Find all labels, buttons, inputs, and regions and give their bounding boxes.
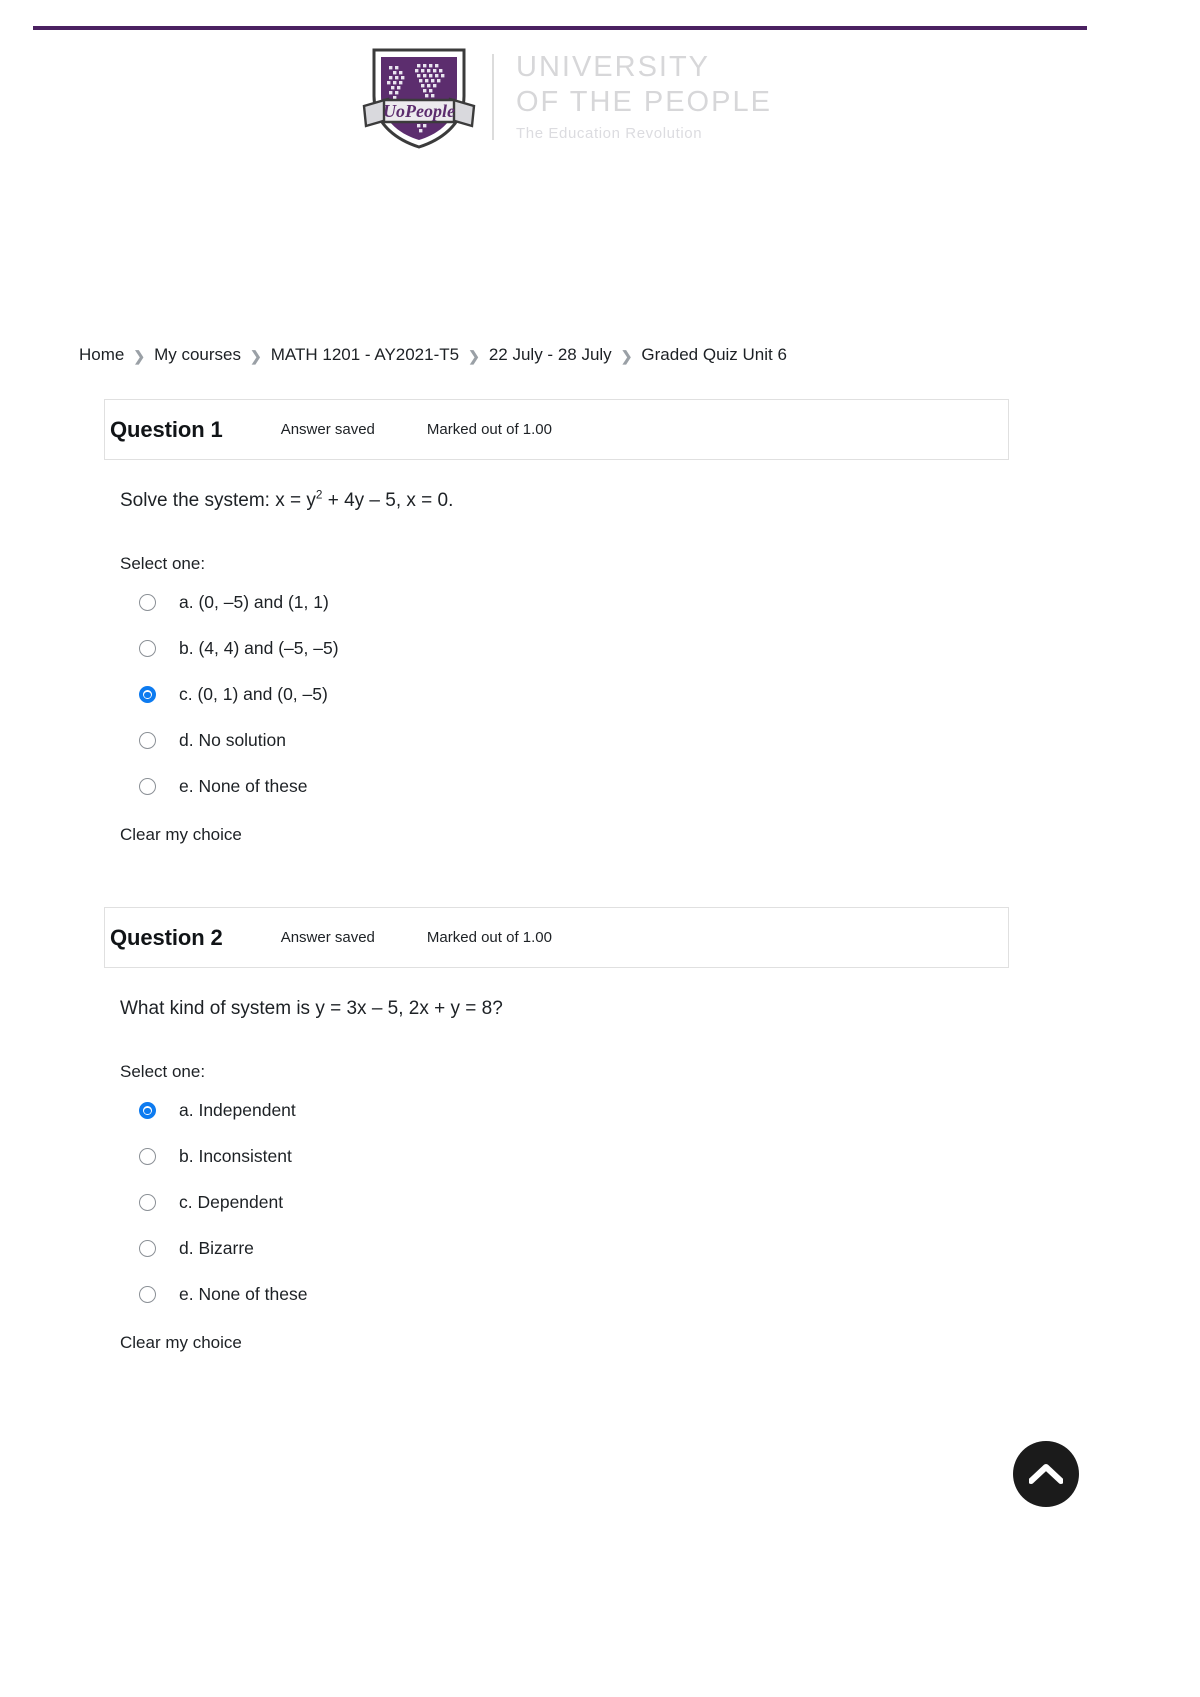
answer-label-c: c. (0, 1) and (0, –5)	[179, 684, 328, 705]
clear-my-choice-link[interactable]: Clear my choice	[120, 825, 242, 845]
answer-label-b: b. (4, 4) and (–5, –5)	[179, 638, 339, 659]
answer-option-a[interactable]: a. (0, –5) and (1, 1)	[120, 587, 1009, 619]
answer-label-a: a. (0, –5) and (1, 1)	[179, 592, 329, 613]
answer-label-c: c. Dependent	[179, 1192, 284, 1213]
answer-option-c[interactable]: c. Dependent	[120, 1187, 1009, 1219]
answer-option-d[interactable]: d. No solution	[120, 725, 1009, 757]
question-number: Question 2	[110, 924, 223, 950]
answer-option-e[interactable]: e. None of these	[120, 1279, 1009, 1311]
breadcrumb-chevron-icon: ❯	[133, 347, 146, 364]
radio-button-a[interactable]	[139, 1102, 156, 1120]
brand-wordmark: UNIVERSITY OF THE PEOPLE The Education R…	[516, 51, 772, 142]
answer-option-d[interactable]: d. Bizarre	[120, 1233, 1009, 1265]
radio-button-a[interactable]	[139, 594, 156, 612]
question-text-before: Solve the system: x = y	[120, 490, 316, 511]
answer-options: a. Independent b. Inconsistent c. Depend…	[120, 1095, 1009, 1311]
radio-button-b[interactable]	[139, 1148, 156, 1166]
question-text: What kind of system is y = 3x – 5, 2x + …	[120, 997, 1009, 1022]
site-logo[interactable]: UoPeople UNIVERSITY OF THE PEOPLE The Ed…	[360, 44, 772, 150]
breadcrumb: Home ❯ My courses ❯ MATH 1201 - AY2021-T…	[79, 345, 787, 365]
question-body: What kind of system is y = 3x – 5, 2x + …	[104, 997, 1009, 1353]
question-mark: Marked out of 1.00	[426, 929, 552, 946]
question-body: Solve the system: x = y2 + 4y – 5, x = 0…	[104, 489, 1009, 845]
breadcrumb-chevron-icon: ❯	[620, 347, 633, 364]
breadcrumb-item-course[interactable]: MATH 1201 - AY2021-T5	[271, 345, 459, 365]
question-block-1: Question 1 Answer saved Marked out of 1.…	[104, 399, 1009, 845]
brand-tagline: The Education Revolution	[516, 125, 703, 142]
answer-label-b: b. Inconsistent	[179, 1146, 292, 1167]
clear-my-choice-link[interactable]: Clear my choice	[120, 1333, 242, 1353]
chevron-up-icon	[1029, 1463, 1063, 1485]
question-text-before: What kind of system is y = 3x – 5, 2x + …	[120, 998, 503, 1019]
breadcrumb-item-quiz[interactable]: Graded Quiz Unit 6	[641, 345, 787, 365]
breadcrumb-chevron-icon: ❯	[468, 347, 480, 364]
question-text-after: + 4y – 5, x = 0.	[322, 490, 454, 511]
question-header: Question 1 Answer saved Marked out of 1.…	[104, 399, 1009, 460]
answer-options: a. (0, –5) and (1, 1) b. (4, 4) and (–5,…	[120, 587, 1009, 803]
question-state: Answer saved	[280, 421, 375, 438]
question-block-2: Question 2 Answer saved Marked out of 1.…	[104, 907, 1009, 1353]
svg-text:UoPeople: UoPeople	[383, 101, 455, 121]
breadcrumb-chevron-icon: ❯	[250, 347, 262, 364]
breadcrumb-item-week[interactable]: 22 July - 28 July	[489, 345, 612, 365]
answer-option-a[interactable]: a. Independent	[120, 1095, 1009, 1127]
radio-button-e[interactable]	[139, 778, 156, 796]
answer-label-d: d. Bizarre	[179, 1238, 254, 1259]
logo-divider	[492, 54, 494, 140]
select-one-prompt: Select one:	[120, 1061, 206, 1081]
answer-label-e: e. None of these	[179, 776, 308, 797]
answer-option-c[interactable]: c. (0, 1) and (0, –5)	[120, 679, 1009, 711]
answer-label-e: e. None of these	[179, 1284, 308, 1305]
breadcrumb-item-my-courses[interactable]: My courses	[154, 345, 241, 365]
question-header: Question 2 Answer saved Marked out of 1.…	[104, 907, 1009, 968]
radio-button-d[interactable]	[139, 732, 156, 750]
question-text: Solve the system: x = y2 + 4y – 5, x = 0…	[120, 489, 1009, 514]
uopeople-shield-icon: UoPeople	[360, 44, 478, 150]
radio-button-c[interactable]	[139, 686, 156, 704]
radio-button-b[interactable]	[139, 640, 156, 658]
back-to-top-button[interactable]	[1013, 1441, 1079, 1507]
answer-label-a: a. Independent	[179, 1100, 296, 1121]
breadcrumb-item-home[interactable]: Home	[79, 345, 124, 365]
answer-label-d: d. No solution	[179, 730, 287, 751]
answer-option-b[interactable]: b. Inconsistent	[120, 1141, 1009, 1173]
question-mark: Marked out of 1.00	[426, 421, 552, 438]
brand-line-2: OF THE PEOPLE	[516, 86, 772, 118]
brand-line-1: UNIVERSITY	[516, 51, 711, 83]
answer-option-b[interactable]: b. (4, 4) and (–5, –5)	[120, 633, 1009, 665]
question-state: Answer saved	[280, 929, 375, 946]
select-one-prompt: Select one:	[120, 553, 206, 573]
top-accent-rule	[33, 26, 1087, 30]
answer-option-e[interactable]: e. None of these	[120, 771, 1009, 803]
radio-button-e[interactable]	[139, 1286, 156, 1304]
question-number: Question 1	[110, 416, 223, 442]
radio-button-d[interactable]	[139, 1240, 156, 1258]
radio-button-c[interactable]	[139, 1194, 156, 1212]
